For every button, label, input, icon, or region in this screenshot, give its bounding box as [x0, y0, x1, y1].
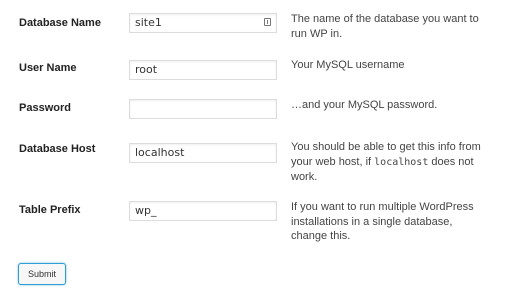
table-prefix-field[interactable]: wp_: [129, 201, 277, 221]
database-name-value: site1: [135, 16, 162, 29]
password-manager-icon[interactable]: [264, 18, 271, 26]
user-name-description: Your MySQL username: [291, 59, 405, 71]
database-host-label: Database Host: [19, 143, 96, 155]
database-host-description: You should be able to get this info from…: [291, 140, 491, 185]
user-name-value: root: [135, 63, 158, 76]
database-host-value: localhost: [135, 146, 185, 159]
user-name-field[interactable]: root: [129, 60, 277, 80]
password-field[interactable]: [129, 99, 277, 119]
database-name-label: Database Name: [19, 17, 101, 29]
password-description: …and your MySQL password.: [291, 99, 438, 111]
localhost-code: localhost: [374, 156, 429, 168]
table-prefix-description: If you want to run multiple WordPress in…: [291, 201, 474, 242]
password-label: Password: [19, 102, 71, 114]
table-prefix-value: wp_: [135, 204, 157, 217]
submit-button[interactable]: Submit: [18, 263, 66, 285]
database-name-field[interactable]: site1: [129, 13, 277, 33]
database-name-description: The name of the database you want to run…: [291, 13, 479, 40]
table-prefix-label: Table Prefix: [19, 204, 81, 216]
user-name-label: User Name: [19, 62, 77, 74]
database-host-field[interactable]: localhost: [129, 143, 277, 163]
